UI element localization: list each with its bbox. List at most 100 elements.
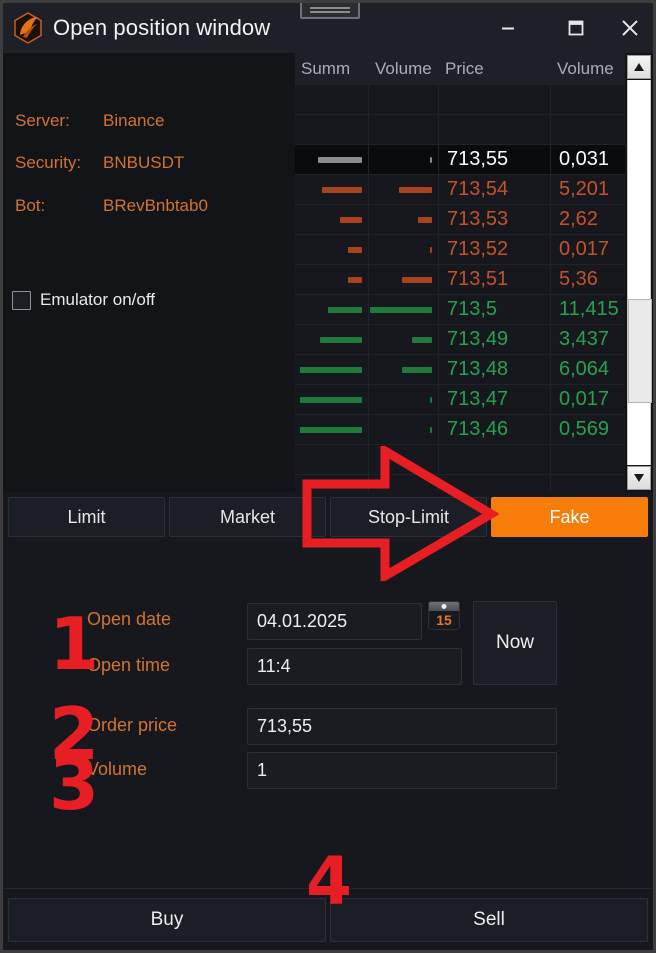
close-icon[interactable] (607, 3, 653, 53)
open-time-input[interactable]: 11:4 (247, 648, 462, 685)
order-book-cell-volume-bar (369, 384, 439, 415)
tab-limit[interactable]: Limit (8, 497, 165, 537)
order-book-cell-volume: 0,017 (551, 235, 625, 265)
order-book-row[interactable]: 713,51 5,36 (295, 264, 625, 295)
scroll-up-arrow-icon[interactable] (627, 55, 651, 79)
order-form (3, 542, 653, 837)
security-row: Security: BNBUSDT (15, 153, 184, 173)
scrollbar-thumb[interactable] (628, 299, 652, 403)
order-book-cell-volume-bar (369, 144, 439, 175)
buy-button[interactable]: Buy (8, 897, 326, 942)
volume-depth-bar (412, 336, 432, 343)
scroll-down-arrow-icon[interactable] (627, 466, 651, 490)
order-book-cell-summ (295, 384, 369, 415)
order-book-cell-volume-bar (369, 354, 439, 385)
order-book-cell-volume-bar (369, 474, 439, 492)
order-book-cell-volume: 5,36 (551, 265, 625, 295)
order-book-scrollbar[interactable] (625, 53, 653, 492)
summ-depth-bar (322, 186, 362, 193)
order-book-row[interactable]: 713,5 11,415 (295, 294, 625, 325)
tab-market[interactable]: Market (169, 497, 326, 537)
window-title: Open position window (53, 15, 271, 40)
order-book-cell-volume-bar (369, 324, 439, 355)
order-book-cell-price: 713,49 (439, 324, 551, 355)
volume-depth-bar (418, 216, 432, 223)
open-time-label: Open time (87, 655, 171, 675)
order-book-cell-volume-bar (369, 234, 439, 265)
volume-depth-bar (430, 246, 432, 253)
sell-button[interactable]: Sell (330, 897, 648, 942)
price-value: 713,47 (447, 388, 509, 410)
order-book-row[interactable]: 713,47 0,017 (295, 384, 625, 415)
order-book-cell-volume (551, 475, 625, 493)
scrollbar-track[interactable] (627, 80, 652, 465)
order-book-cell-summ (295, 114, 369, 145)
volume-depth-bar (402, 276, 432, 283)
tab-stop-limit[interactable]: Stop-Limit (330, 497, 487, 537)
order-book-cell-volume: 3,437 (551, 325, 625, 355)
order-book-cell-summ (295, 474, 369, 492)
order-book-row[interactable] (295, 444, 625, 475)
server-row: Server: Binance (15, 111, 164, 131)
volume-depth-bar (399, 186, 432, 193)
emulator-checkbox[interactable] (12, 290, 31, 310)
server-label: Server: (15, 111, 70, 130)
volume-depth-bar (402, 366, 432, 373)
bot-value: BRevBnbtab0 (103, 196, 208, 215)
column-header-summ: Summ (301, 59, 351, 78)
price-value: 713,46 (447, 418, 509, 440)
order-book-cell-volume (551, 85, 625, 115)
emulator-toggle[interactable]: Emulator on/off (12, 290, 155, 310)
order-book-cell-volume: 11,415 (551, 295, 625, 325)
now-button[interactable]: Now (473, 601, 557, 685)
summ-depth-bar (348, 246, 362, 253)
order-book-cell-summ (295, 264, 369, 295)
volume-value: 5,36 (559, 268, 598, 290)
open-date-label: Open date (87, 609, 172, 629)
order-book-row[interactable] (295, 85, 625, 115)
order-book-row[interactable]: 713,48 6,064 (295, 354, 625, 385)
volume-input[interactable]: 1 (247, 752, 557, 789)
resize-grip-icon[interactable] (300, 3, 360, 19)
calendar-icon[interactable]: 15 (428, 601, 460, 630)
order-book-cell-volume (551, 445, 625, 475)
order-price-input[interactable]: 713,55 (247, 708, 557, 745)
open-date-input[interactable]: 04.01.2025 (247, 603, 422, 640)
order-book-cell-summ (295, 204, 369, 235)
bot-row: Bot: BRevBnbtab0 (15, 196, 208, 216)
price-value: 713,49 (447, 328, 509, 350)
order-book-cell-volume: 0,017 (551, 385, 625, 415)
volume-label: Volume (87, 759, 148, 779)
order-book-cell-price: 713,54 (439, 174, 551, 205)
emulator-label: Emulator on/off (40, 290, 155, 309)
tab-fake[interactable]: Fake (491, 497, 648, 537)
order-book-cell-volume-bar (369, 204, 439, 235)
volume-value: 0,017 (559, 238, 610, 260)
order-book-cell-volume: 0,569 (551, 415, 625, 445)
order-book-cell-volume: 2,62 (551, 205, 625, 235)
minimize-icon[interactable] (485, 3, 531, 53)
order-book-row[interactable]: 713,52 0,017 (295, 234, 625, 265)
price-value: 713,52 (447, 238, 509, 260)
order-book-row[interactable]: 713,46 0,569 (295, 414, 625, 445)
summ-depth-bar (300, 396, 362, 403)
order-book-row[interactable] (295, 114, 625, 145)
order-book-cell-volume: 0,031 (551, 145, 625, 175)
volume-value: 6,064 (559, 358, 610, 380)
order-book-rows[interactable]: 713,55 0,031 713,54 5,201 713,53 2,62 713,52 0,… (295, 85, 625, 492)
order-book-row[interactable]: 713,55 0,031 (295, 144, 625, 175)
volume-value: 2,62 (559, 208, 598, 230)
order-book-cell-volume: 5,201 (551, 175, 625, 205)
summ-depth-bar (348, 276, 362, 283)
volume-value: 0,569 (559, 418, 610, 440)
order-book-row[interactable]: 713,53 2,62 (295, 204, 625, 235)
order-book-row[interactable]: 713,49 3,437 (295, 324, 625, 355)
order-book-cell-summ (295, 144, 369, 175)
order-book-row[interactable] (295, 474, 625, 493)
volume-value: 5,201 (559, 178, 610, 200)
volume-depth-bar (430, 396, 432, 403)
maximize-icon[interactable] (553, 3, 599, 53)
order-book-row[interactable]: 713,54 5,201 (295, 174, 625, 205)
column-header-price: Price (445, 59, 484, 78)
order-book-cell-volume-bar (369, 294, 439, 325)
